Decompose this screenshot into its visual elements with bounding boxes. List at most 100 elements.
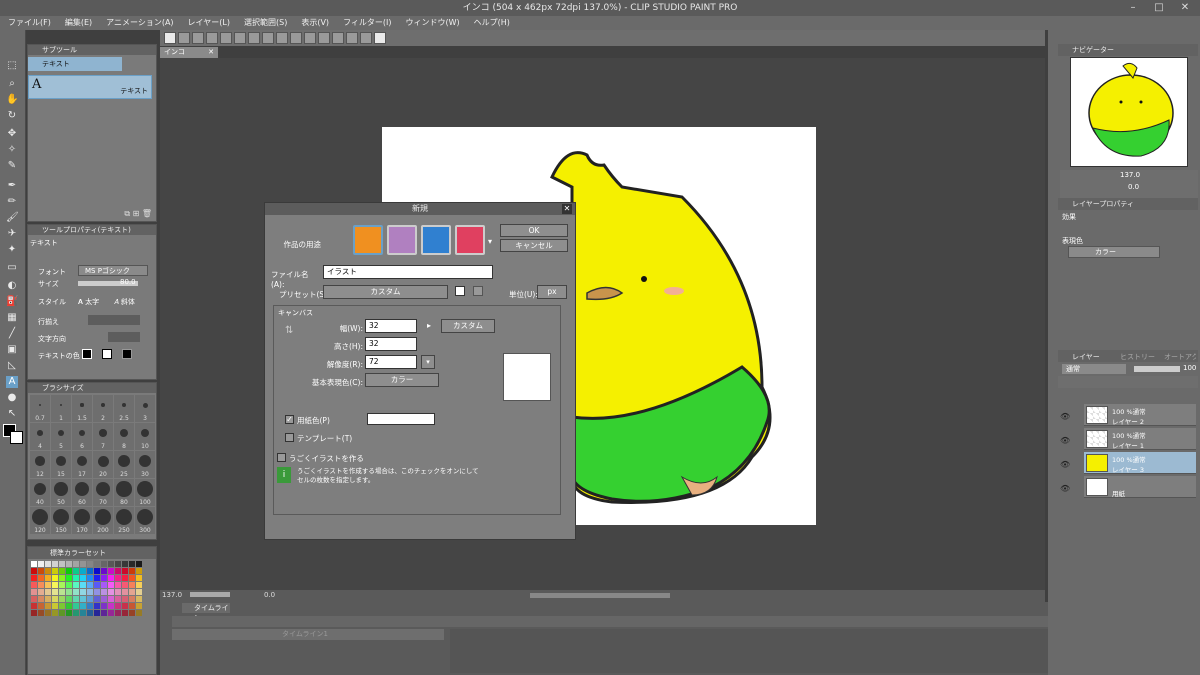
brush-size-cell[interactable]: 17	[72, 451, 92, 478]
bold-toggle[interactable]: 𝐀 太字	[78, 297, 99, 307]
navigator-controls[interactable]: 137.0 0.0	[1060, 170, 1198, 198]
opacity-slider[interactable]	[1134, 366, 1180, 372]
color-swatch[interactable]	[108, 589, 114, 595]
color-swatch[interactable]	[101, 596, 107, 602]
brush-size-cell[interactable]: 1	[51, 395, 71, 422]
brush-size-cell[interactable]: 8	[114, 423, 134, 450]
color-swatch[interactable]	[108, 575, 114, 581]
color-swatch[interactable]	[108, 568, 114, 574]
color-swatch[interactable]	[52, 589, 58, 595]
filename-input[interactable]: イラスト	[323, 265, 493, 279]
color-swatch[interactable]	[80, 575, 86, 581]
color-swatch[interactable]	[136, 561, 142, 567]
color-swatch[interactable]	[73, 596, 79, 602]
brush-size-cell[interactable]: 10	[135, 423, 155, 450]
navigator-preview[interactable]	[1070, 57, 1188, 167]
color-swatch[interactable]	[45, 561, 51, 567]
color-swatch[interactable]	[136, 603, 142, 609]
color-swatch[interactable]	[122, 589, 128, 595]
color-swatch[interactable]	[73, 582, 79, 588]
color-swatch[interactable]	[52, 610, 58, 616]
color-swatch[interactable]	[129, 610, 135, 616]
color-swatch[interactable]	[52, 582, 58, 588]
brush-size-cell[interactable]: 0.7	[30, 395, 50, 422]
fill-icon[interactable]	[262, 32, 274, 44]
color-swatch[interactable]	[31, 582, 37, 588]
color-swatch[interactable]	[129, 582, 135, 588]
color-swatch[interactable]	[129, 568, 135, 574]
color-swatch[interactable]	[80, 610, 86, 616]
color-swatch[interactable]	[59, 561, 65, 567]
color-swatch[interactable]	[38, 603, 44, 609]
layer-row[interactable]: 100 %通常 レイヤー 1	[1084, 428, 1196, 450]
color-swatches[interactable]	[31, 561, 151, 621]
color-swatch[interactable]	[87, 589, 93, 595]
color-swatch[interactable]	[115, 575, 121, 581]
layer-row-selected[interactable]: 100 %通常 レイヤー 3	[1084, 452, 1196, 474]
color-swatch[interactable]	[73, 589, 79, 595]
timeline-tab[interactable]: タイムライン	[182, 603, 230, 622]
color-swatch[interactable]	[108, 610, 114, 616]
color-swatch[interactable]	[45, 589, 51, 595]
color-swatch[interactable]	[52, 568, 58, 574]
size-preset-select[interactable]: カスタム	[441, 319, 495, 333]
pen-icon[interactable]: ✒	[6, 180, 18, 192]
invert-selection-icon[interactable]	[304, 32, 316, 44]
menu-edit[interactable]: 編集(E)	[65, 16, 92, 30]
brush-size-cell[interactable]: 15	[51, 451, 71, 478]
color-swatch[interactable]	[66, 568, 72, 574]
color-swatch[interactable]	[73, 568, 79, 574]
brush-size-cell[interactable]: 100	[135, 479, 155, 506]
brush-size-cell[interactable]: 25	[114, 451, 134, 478]
cancel-button[interactable]: キャンセル	[500, 239, 568, 252]
color-swatch[interactable]	[45, 575, 51, 581]
text-color-main[interactable]	[82, 349, 92, 359]
open-icon[interactable]	[192, 32, 204, 44]
color-swatch[interactable]	[129, 596, 135, 602]
color-swatch[interactable]	[45, 603, 51, 609]
color-swatch[interactable]	[108, 582, 114, 588]
color-swatch[interactable]	[38, 596, 44, 602]
color-swatch[interactable]	[136, 582, 142, 588]
brush-size-cell[interactable]: 250	[114, 507, 134, 534]
gradient-icon[interactable]: ▦	[6, 312, 18, 324]
color-swatch[interactable]	[122, 610, 128, 616]
color-swatch[interactable]	[129, 589, 135, 595]
color-swatch[interactable]	[80, 589, 86, 595]
snap-special-icon[interactable]	[346, 32, 358, 44]
delete-preset-icon[interactable]	[473, 286, 483, 296]
pencil-icon[interactable]: ✏	[6, 196, 18, 208]
color-swatch[interactable]	[38, 575, 44, 581]
menu-help[interactable]: ヘルプ(H)	[474, 16, 510, 30]
close-icon[interactable]: ✕	[1172, 0, 1198, 16]
color-swatch[interactable]	[94, 561, 100, 567]
color-swatch[interactable]	[52, 561, 58, 567]
color-swatch[interactable]	[31, 596, 37, 602]
ruler-icon[interactable]: ◺	[6, 360, 18, 372]
correction-icon[interactable]: ↖	[6, 408, 18, 420]
brush-size-cell[interactable]: 120	[30, 507, 50, 534]
fill-bucket-icon[interactable]: ⛽	[6, 296, 18, 308]
menu-selection[interactable]: 選択範囲(S)	[244, 16, 287, 30]
rotate-icon[interactable]: ↻	[6, 110, 18, 122]
color-swatch[interactable]	[52, 575, 58, 581]
history-tab[interactable]: ヒストリー	[1120, 352, 1155, 362]
color-swatch[interactable]	[31, 568, 37, 574]
hand-icon[interactable]: ✋	[6, 94, 18, 106]
brush-size-cell[interactable]: 60	[72, 479, 92, 506]
color-swatch[interactable]	[115, 603, 121, 609]
usage-illustration-icon[interactable]	[353, 225, 383, 255]
color-swatch[interactable]	[136, 568, 142, 574]
color-swatch[interactable]	[136, 596, 142, 602]
horizontal-scrollbar[interactable]	[530, 593, 670, 598]
color-swatch[interactable]	[80, 561, 86, 567]
color-swatch[interactable]	[38, 582, 44, 588]
color-swatch[interactable]	[38, 568, 44, 574]
color-swatch[interactable]	[122, 561, 128, 567]
blend-icon[interactable]: ◐	[6, 280, 18, 292]
color-swatch[interactable]	[101, 610, 107, 616]
color-swatch[interactable]	[87, 575, 93, 581]
template-checkbox[interactable]	[285, 433, 294, 442]
color-swatch[interactable]	[108, 561, 114, 567]
color-swatch[interactable]	[52, 596, 58, 602]
